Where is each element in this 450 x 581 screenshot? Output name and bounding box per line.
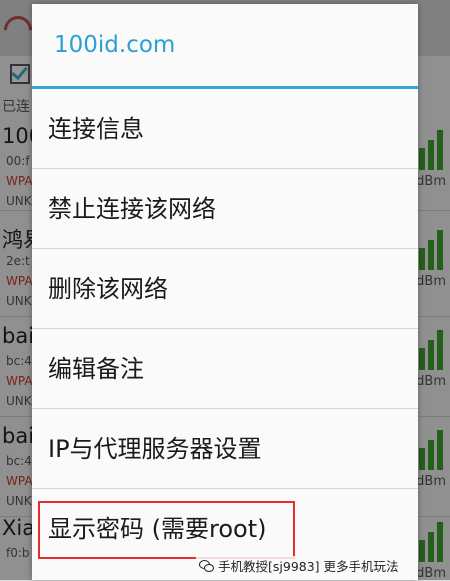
network-context-dialog: 100id.com 连接信息 禁止连接该网络 删除该网络 编辑备注 IP与代理服… (32, 4, 418, 580)
menu-item-label: 显示密码 (需要root) (48, 515, 267, 543)
menu-item-ip-proxy-settings[interactable]: IP与代理服务器设置 (32, 409, 418, 489)
menu-item-label: IP与代理服务器设置 (48, 435, 262, 463)
menu-item-label: 禁止连接该网络 (48, 195, 216, 223)
context-menu: 连接信息 禁止连接该网络 删除该网络 编辑备注 IP与代理服务器设置 显示密码 … (32, 89, 418, 569)
dialog-title: 100id.com (54, 32, 176, 58)
menu-item-label: 编辑备注 (48, 355, 144, 383)
menu-item-connection-info[interactable]: 连接信息 (32, 89, 418, 169)
menu-item-edit-note[interactable]: 编辑备注 (32, 329, 418, 409)
menu-item-disable-network[interactable]: 禁止连接该网络 (32, 169, 418, 249)
menu-item-label: 连接信息 (48, 115, 144, 143)
menu-item-label: 删除该网络 (48, 275, 168, 303)
watermark-text: 手机教授[sj9983] 更多手机玩法 (218, 559, 399, 574)
wechat-icon (199, 560, 214, 573)
menu-item-forget-network[interactable]: 删除该网络 (32, 249, 418, 329)
watermark: 手机教授[sj9983] 更多手机玩法 (196, 556, 403, 578)
